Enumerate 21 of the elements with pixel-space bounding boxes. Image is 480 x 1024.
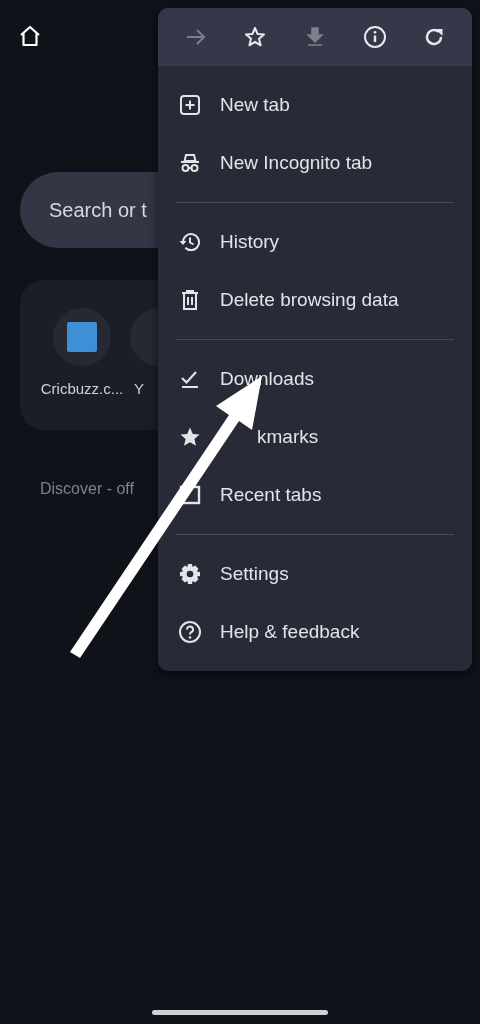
site-logo-icon	[67, 322, 97, 352]
shortcut-label: Cricbuzz.c...	[40, 380, 124, 397]
menu-item[interactable]: New Incognito tab	[220, 152, 373, 174]
info-icon	[362, 25, 387, 49]
plus-icon	[178, 93, 202, 117]
menu-item[interactable]: History	[220, 231, 280, 253]
menu-item[interactable]: Recent tabs	[220, 484, 322, 506]
star-icon	[243, 25, 268, 49]
home-icon[interactable]	[18, 24, 42, 48]
help-icon	[178, 620, 202, 644]
menu-item[interactable]: Help & feedback	[220, 621, 360, 643]
download-icon	[303, 25, 327, 49]
menu-item[interactable]: Delete browsing data	[220, 289, 399, 311]
incognito-icon	[178, 151, 202, 175]
history-icon	[178, 230, 202, 254]
settings-icon	[178, 562, 202, 586]
menu-item[interactable]: New tab	[220, 94, 290, 116]
menu-item[interactable]: kmarks	[257, 426, 319, 448]
menu-item[interactable]: Settings	[220, 563, 289, 585]
discover-status: Discover - off	[39, 480, 134, 498]
shortcut-label: Y	[134, 380, 144, 397]
